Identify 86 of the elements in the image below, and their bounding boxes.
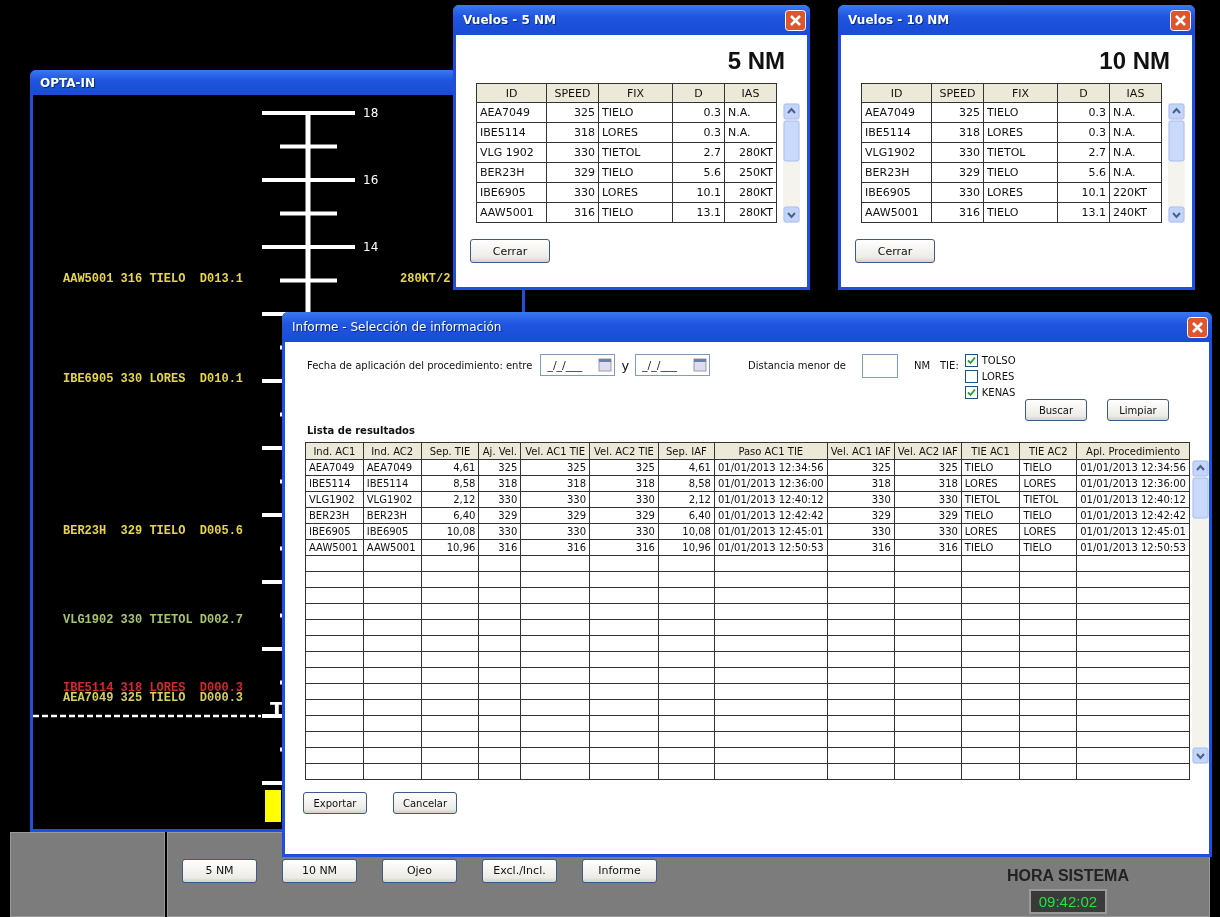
column-header: Vel. AC2 TIE bbox=[589, 442, 659, 460]
table-cell: IBE6905 bbox=[861, 182, 932, 203]
scrollbar-icon[interactable] bbox=[783, 103, 800, 223]
table-cell: BER23H bbox=[861, 162, 932, 183]
command-button[interactable]: Excl./Incl. bbox=[482, 858, 557, 883]
close-icon[interactable] bbox=[1170, 9, 1191, 31]
range-heading: 5 NM bbox=[726, 46, 786, 76]
column-header: Sep. IAF bbox=[658, 442, 715, 460]
window-title: Vuelos - 10 NM bbox=[848, 13, 950, 27]
checkbox[interactable] bbox=[964, 370, 978, 383]
scale-label: 16 bbox=[363, 173, 379, 187]
column-header: Ind. AC2 bbox=[363, 442, 422, 460]
checkbox-label: LORES bbox=[981, 371, 1015, 382]
table-cell: IBE6905 bbox=[476, 182, 547, 203]
dialog-button[interactable]: Exportar bbox=[303, 792, 367, 814]
checkbox-label: KENAS bbox=[981, 387, 1016, 398]
unit-label: NM bbox=[913, 359, 930, 371]
column-header: FIX bbox=[983, 83, 1058, 103]
table-cell: VLG1902 bbox=[861, 142, 932, 163]
position-marker-icon bbox=[265, 790, 281, 822]
scrollbar-icon[interactable] bbox=[1168, 103, 1185, 223]
flight-label: IBE6905 330 LORES D010.1 bbox=[63, 375, 244, 384]
date-joiner: y bbox=[621, 357, 630, 373]
column-header: Vel. AC2 IAF bbox=[894, 442, 962, 460]
table-cell: AAW5001 bbox=[861, 202, 932, 223]
column-header: ID bbox=[476, 83, 547, 103]
column-header: Paso AC1 TIE bbox=[714, 442, 828, 460]
checkbox-label: TOLSO bbox=[981, 355, 1016, 366]
distance-label: Distancia menor de bbox=[748, 359, 846, 371]
column-header: D bbox=[1057, 83, 1110, 103]
flight-label: AEA7049 325 TIELO D000.3 bbox=[63, 694, 244, 703]
flight-label: IBE5114 318 LORES D000.3 bbox=[63, 684, 244, 693]
clock: 09:42:02 bbox=[1028, 889, 1108, 914]
column-header: TIE AC1 bbox=[961, 442, 1020, 460]
column-header: Vel. AC1 TIE bbox=[520, 442, 590, 460]
clock-label: HORA SISTEMA bbox=[1006, 867, 1129, 885]
column-header: SPEED bbox=[546, 83, 599, 103]
tie-label: TIE: bbox=[940, 359, 959, 371]
column-header: IAS bbox=[724, 83, 777, 103]
column-header: TIE AC2 bbox=[1019, 442, 1077, 460]
table-cell: VLG 1902 bbox=[476, 142, 547, 163]
table-cell: AAW5001 bbox=[476, 202, 547, 223]
results-title: Lista de resultados bbox=[306, 424, 416, 438]
column-header: ID bbox=[861, 83, 932, 103]
column-header: Vel. AC1 IAF bbox=[827, 442, 895, 460]
command-button[interactable]: 5 NM bbox=[182, 858, 257, 883]
checkbox[interactable] bbox=[964, 354, 978, 367]
command-button[interactable]: 10 NM bbox=[282, 858, 357, 883]
range-heading: 10 NM bbox=[1098, 46, 1171, 76]
distance-field[interactable] bbox=[861, 354, 898, 378]
table-cell: AEA7049 bbox=[861, 102, 932, 123]
scale-label: 14 bbox=[363, 240, 379, 254]
column-header: Apl. Procedimiento bbox=[1076, 442, 1190, 460]
scrollbar-icon[interactable] bbox=[1192, 460, 1209, 764]
column-header: FIX bbox=[598, 83, 673, 103]
search-button[interactable]: Buscar bbox=[1025, 399, 1087, 421]
close-button[interactable]: Cerrar bbox=[855, 239, 935, 263]
search-button[interactable]: Limpiar bbox=[1107, 399, 1169, 421]
close-button[interactable]: Cerrar bbox=[470, 239, 550, 263]
dialog-button[interactable]: Cancelar bbox=[393, 792, 457, 814]
window-title: Informe - Selección de información bbox=[292, 320, 502, 334]
window-title: Vuelos - 5 NM bbox=[463, 13, 556, 27]
calendar-icon[interactable] bbox=[598, 358, 613, 372]
close-icon[interactable] bbox=[1187, 316, 1208, 338]
command-button[interactable]: Informe bbox=[582, 858, 657, 883]
column-header: D bbox=[672, 83, 725, 103]
table-cell: IBE5114 bbox=[861, 122, 932, 143]
scale-label: 18 bbox=[363, 106, 379, 120]
column-header: IAS bbox=[1109, 83, 1162, 103]
column-header: Aj. Vel. bbox=[478, 442, 521, 460]
command-button[interactable]: Ojeo bbox=[382, 858, 457, 883]
table-cell: IBE5114 bbox=[476, 122, 547, 143]
flight-label: VLG1902 330 TIETOL D002.7 bbox=[63, 616, 244, 625]
date-label: Fecha de aplicación del procedimiento: entre bbox=[307, 359, 533, 371]
calendar-icon[interactable] bbox=[693, 358, 708, 372]
flight-label: AAW5001 316 TIELO D013.1 bbox=[63, 275, 244, 284]
table-cell: BER23H bbox=[476, 162, 547, 183]
flight-label: BER23H 329 TIELO D005.6 bbox=[63, 527, 244, 536]
close-icon[interactable] bbox=[785, 9, 806, 31]
table-cell: AEA7049 bbox=[476, 102, 547, 123]
column-header: Sep. TIE bbox=[421, 442, 479, 460]
window-title: OPTA-IN bbox=[40, 75, 96, 90]
checkbox[interactable] bbox=[964, 386, 978, 399]
column-header: SPEED bbox=[931, 83, 984, 103]
column-header: Ind. AC1 bbox=[305, 442, 364, 460]
speed-label: 280KT/2 bbox=[400, 275, 451, 284]
